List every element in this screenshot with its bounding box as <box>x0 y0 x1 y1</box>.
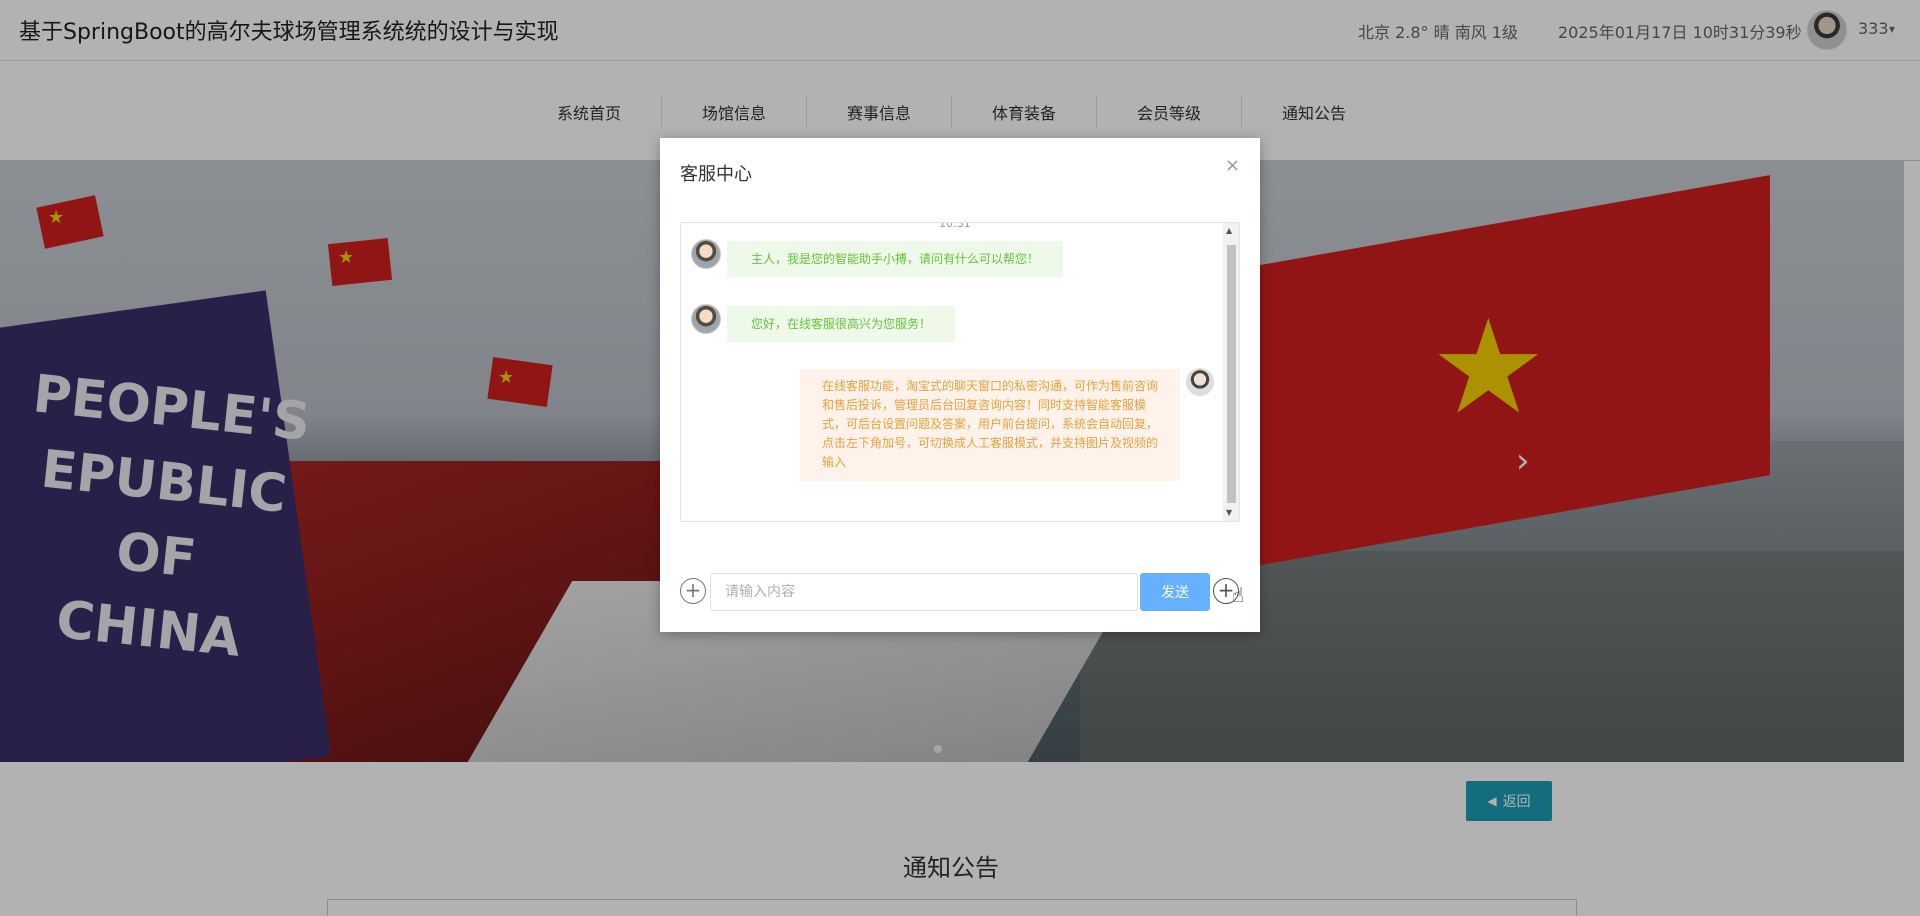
chat-scrollbar-thumb[interactable] <box>1227 245 1236 503</box>
bot-message: 主人，我是您的智能助手小搏，请问有什么可以帮您！ <box>727 241 1064 277</box>
scroll-up-arrow-icon[interactable]: ▲ <box>1226 226 1232 235</box>
dialog-title: 客服中心 <box>680 164 752 185</box>
close-icon[interactable]: × <box>1225 155 1240 176</box>
scroll-down-arrow-icon[interactable]: ▼ <box>1226 508 1232 517</box>
user-message: 在线客服功能，淘宝式的聊天窗口的私密沟通，可作为售前咨询和售后投诉，管理员后台回… <box>800 369 1180 481</box>
chat-message-area[interactable]: 10:31 主人，我是您的智能助手小搏，请问有什么可以帮您！ 您好，在线客服很高… <box>680 222 1240 522</box>
bot-avatar <box>691 304 721 334</box>
plus-circle-icon[interactable]: + <box>680 578 706 604</box>
customer-service-dialog: 客服中心 × 10:31 主人，我是您的智能助手小搏，请问有什么可以帮您！ 您好… <box>660 138 1260 632</box>
chat-message-input[interactable] <box>710 573 1138 611</box>
hand-pointer-icon: ☝ <box>1232 583 1245 607</box>
chat-timestamp: 10:31 <box>939 222 971 230</box>
bot-avatar <box>691 239 721 269</box>
user-avatar <box>1186 368 1214 396</box>
bot-message: 您好，在线客服很高兴为您服务！ <box>727 306 956 342</box>
send-button[interactable]: 发送 <box>1140 573 1210 611</box>
